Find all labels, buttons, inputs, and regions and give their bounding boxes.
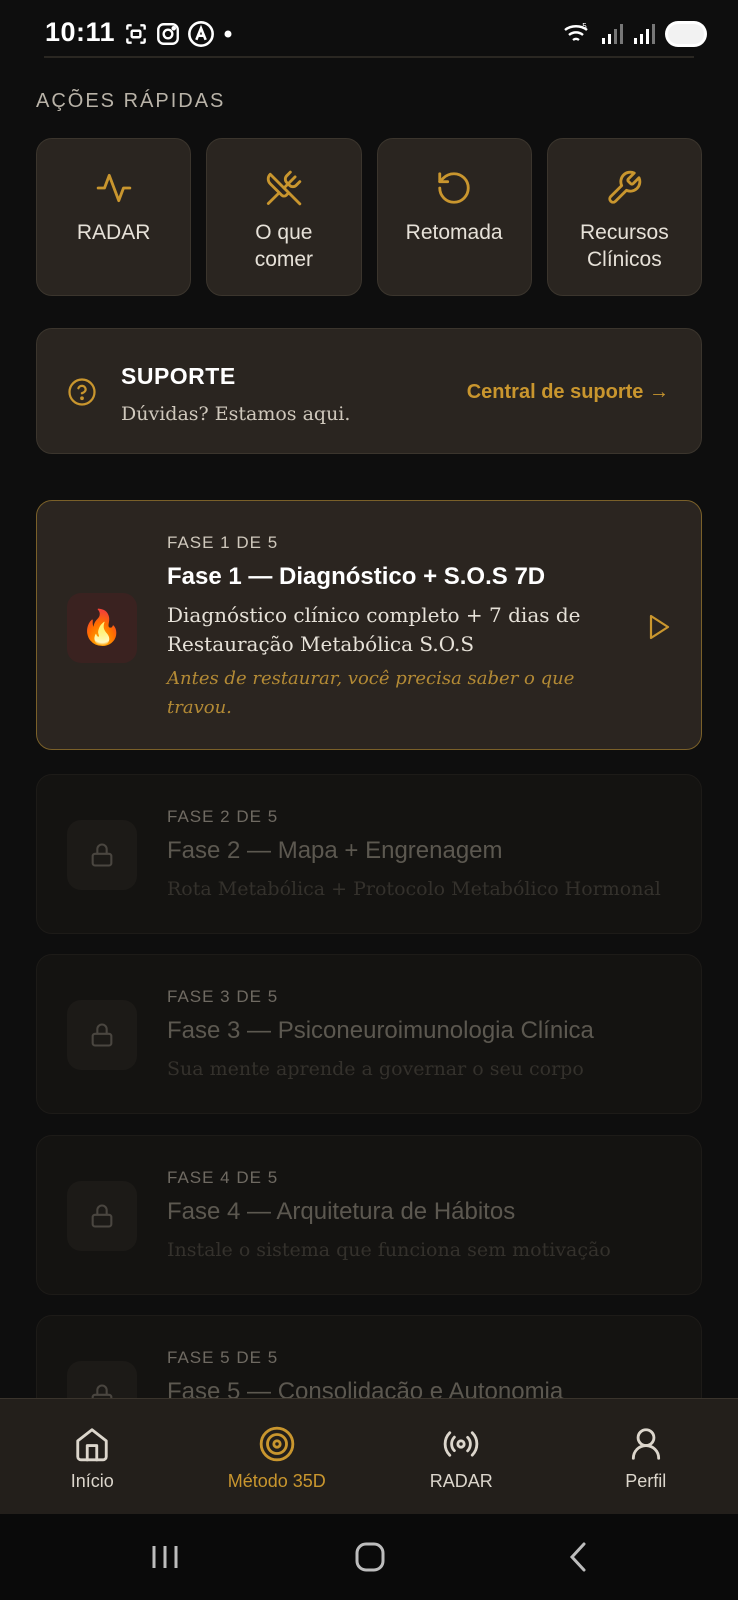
support-card[interactable]: SUPORTE Dúvidas? Estamos aqui. Central d… [36,328,702,454]
quick-action-label: Retomada [405,221,503,244]
activity-icon [96,173,131,203]
phase-description: Sua mente aprende a governar o seu corpo [167,1058,584,1080]
phase-kicker: FASE 2 DE 5 [167,807,279,826]
phase-card-2[interactable]: FASE 2 DE 5 Fase 2 — Mapa + Engrenagem R… [36,774,702,934]
quick-action-label: Recursos Clínicos [580,221,669,271]
system-navigation-bar [0,1514,738,1600]
home-button-icon[interactable] [353,1540,387,1574]
phase-description: Diagnóstico clínico completo + 7 dias de… [167,603,581,656]
lock-icon [67,1000,137,1070]
status-bar: 10:11 5 [0,0,738,70]
help-circle-icon [68,378,96,406]
quick-action-retomada[interactable]: Retomada [376,138,532,296]
quick-actions-heading: AÇÕES RÁPIDAS [36,90,226,112]
header-divider [44,56,694,58]
support-subtitle: Dúvidas? Estamos aqui. [121,403,351,425]
home-icon [76,1428,108,1462]
lock-icon [67,820,137,890]
phase-card-3[interactable]: FASE 3 DE 5 Fase 3 — Psiconeuroimunologi… [36,954,702,1114]
quick-action-o-que-comer[interactable]: O que comer [206,138,362,296]
nav-item-radar[interactable]: RADAR [369,1399,554,1515]
quick-action-label: O que comer [254,221,314,271]
app-a-icon [188,21,214,47]
wifi-icon: 5 [564,22,588,41]
bottom-navigation: Início Método 35D RADAR Perfil [0,1398,738,1515]
quick-action-label: RADAR [76,221,151,244]
instagram-icon [157,23,179,45]
recents-icon[interactable] [148,1540,182,1574]
wrench-icon [608,170,642,204]
nav-label: Método 35D [227,1471,326,1491]
phase-kicker: FASE 3 DE 5 [167,987,279,1006]
status-time: 10:11 [45,17,116,47]
phase-kicker: FASE 1 DE 5 [167,533,279,552]
quick-actions-grid: RADAR O que comer Retomada Recursos Clín… [36,138,702,298]
phase-description: Instale o sistema que funciona sem motiv… [167,1239,611,1261]
svg-text:5: 5 [582,22,587,31]
phase-card-1[interactable]: 🔥 FASE 1 DE 5 Fase 1 — Diagnóstico + S.O… [36,500,702,750]
phase-title: Fase 3 — Psiconeuroimunologia Clínica [167,1017,594,1044]
rotate-ccw-icon [438,172,470,204]
nav-label: Início [70,1471,114,1491]
signal-icon [602,24,623,44]
play-icon[interactable] [647,613,671,641]
utensils-crossed-icon [266,170,302,206]
nav-label: Perfil [625,1471,667,1491]
support-title: SUPORTE [121,363,236,389]
screenshot-icon [126,24,146,44]
user-icon [631,1428,660,1460]
quick-action-radar[interactable]: RADAR [36,138,192,296]
dot-icon [224,30,232,38]
system-icons: 5 [562,20,708,48]
target-icon [259,1426,295,1462]
phase-title: Fase 1 — Diagnóstico + S.O.S 7D [167,563,546,590]
radio-icon [443,1431,479,1457]
back-icon[interactable] [562,1540,596,1574]
phase-kicker: FASE 4 DE 5 [167,1168,279,1187]
lock-icon [67,1181,137,1251]
quick-action-recursos-clinicos[interactable]: Recursos Clínicos [546,138,702,296]
phase-note: Antes de restaurar, você precisa saber o… [167,668,575,718]
nav-item-inicio[interactable]: Início [0,1399,185,1515]
nav-item-metodo-35d[interactable]: Método 35D [185,1399,370,1515]
phase-kicker: FASE 5 DE 5 [167,1348,279,1367]
notification-icons [123,20,235,48]
nav-item-perfil[interactable]: Perfil [554,1399,738,1515]
fire-icon: 🔥 [67,593,137,663]
support-center-link[interactable]: Central de suporte → [467,381,669,404]
phase-title: Fase 2 — Mapa + Engrenagem [167,837,503,864]
phase-title: Fase 4 — Arquitetura de Hábitos [167,1198,516,1225]
signal-icon [634,24,655,44]
phase-card-4[interactable]: FASE 4 DE 5 Fase 4 — Arquitetura de Hábi… [36,1135,702,1295]
nav-label: RADAR [429,1471,493,1491]
battery-icon [665,21,707,47]
phase-description: Rota Metabólica + Protocolo Metabólico H… [167,878,661,900]
